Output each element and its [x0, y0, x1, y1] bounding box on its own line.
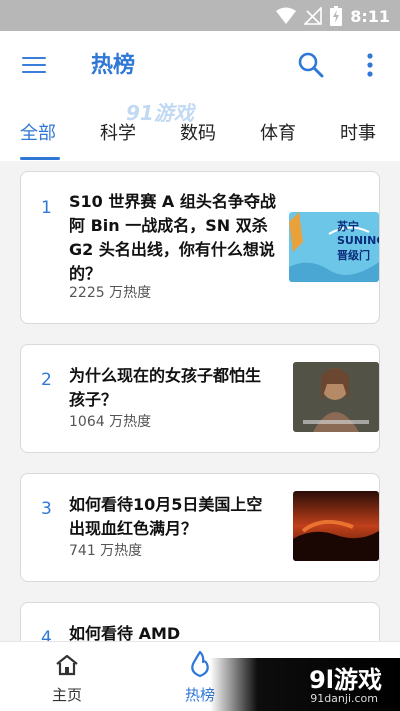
no-signal-icon: [304, 7, 323, 25]
nav-home[interactable]: 主页: [22, 642, 112, 711]
more-vertical-icon: [367, 53, 373, 77]
wifi-icon: [276, 7, 297, 24]
item-title: 如何看待 AMD: [69, 624, 181, 641]
search-button[interactable]: [297, 51, 325, 79]
hot-list-screen: 8:11 热榜 91游戏 全部 科学 数码 体育 时事 1 S10 世界赛 A …: [0, 0, 400, 711]
rank-number: 3: [41, 499, 52, 519]
menu-button[interactable]: [22, 55, 46, 75]
battery-charging-icon: [330, 6, 343, 26]
flame-icon: [191, 650, 209, 678]
heat-count: 1064 万热度: [69, 414, 152, 430]
heat-count: 2225 万热度: [69, 285, 152, 301]
item-title: 为什么现在的女孩子都怕生孩子？: [69, 366, 262, 409]
item-thumbnail: [293, 491, 379, 561]
item-thumbnail: [293, 362, 379, 432]
heat-count: 741 万热度: [69, 543, 143, 559]
list-item[interactable]: 2 为什么现在的女孩子都怕生孩子？ 1064 万热度: [20, 344, 380, 453]
thumbnail-caption: 苏宁 SUNING 晋级门: [337, 220, 379, 262]
item-title: 如何看待10月5日美国上空出现血红色满月？: [69, 495, 263, 538]
tab-current-affairs[interactable]: 时事: [340, 119, 376, 145]
bottom-navigation: 主页 热榜 9l游戏 91danji.com: [0, 641, 400, 711]
page-title: 热榜: [91, 53, 136, 78]
tab-sports[interactable]: 体育: [260, 119, 296, 145]
rank-number: 2: [41, 370, 52, 390]
tab-indicator: [20, 157, 60, 160]
home-icon: [56, 654, 78, 676]
item-title: S10 世界赛 A 组头名争夺战阿 Bin 一战成名，SN 双杀 G2 头名出线…: [69, 192, 276, 283]
tab-digital[interactable]: 数码: [180, 119, 216, 145]
status-time: 8:11: [350, 6, 390, 26]
tab-science[interactable]: 科学: [100, 119, 136, 145]
watermark-banner: 9l游戏 91danji.com: [210, 658, 400, 711]
more-button[interactable]: [359, 51, 381, 79]
list-item[interactable]: 4 如何看待 AMD: [20, 602, 380, 641]
app-bar: 热榜: [0, 31, 400, 101]
watermark-url: 91danji.com: [310, 692, 378, 705]
rank-number: 4: [41, 628, 52, 641]
nav-home-label: 主页: [51, 686, 82, 704]
hot-list: 1 S10 世界赛 A 组头名争夺战阿 Bin 一战成名，SN 双杀 G2 头名…: [0, 161, 400, 641]
watermark-logo-text: 9l游戏: [309, 666, 382, 694]
list-item[interactable]: 1 S10 世界赛 A 组头名争夺战阿 Bin 一战成名，SN 双杀 G2 头名…: [20, 171, 380, 324]
status-bar: 8:11: [0, 0, 400, 31]
item-thumbnail: 苏宁 SUNING 晋级门: [289, 212, 379, 282]
tab-all[interactable]: 全部: [20, 119, 56, 145]
list-item[interactable]: 3 如何看待10月5日美国上空出现血红色满月？ 741 万热度: [20, 473, 380, 582]
category-tabs: 91游戏 全部 科学 数码 体育 时事: [0, 101, 400, 161]
search-icon: [298, 52, 324, 78]
rank-number: 1: [41, 198, 52, 218]
